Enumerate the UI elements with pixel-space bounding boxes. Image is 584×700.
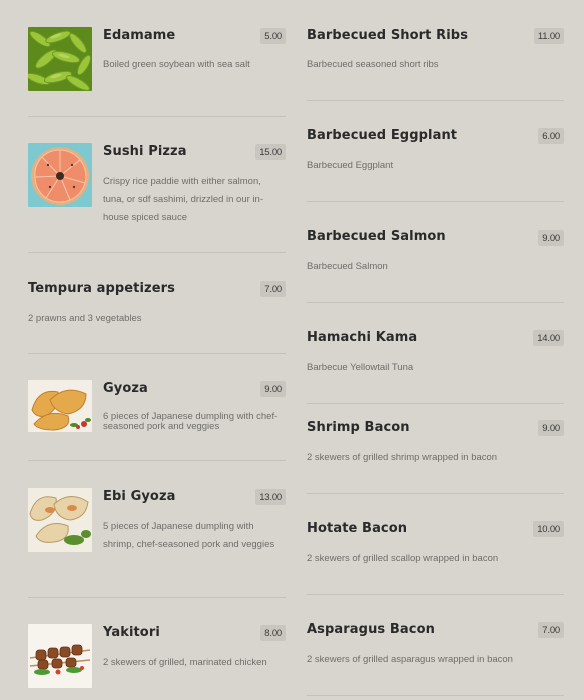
item-name: Barbecued Eggplant xyxy=(307,128,458,143)
item-description: 2 skewers of grilled shrimp wrapped in b… xyxy=(307,452,498,463)
yakitori-photo xyxy=(28,624,92,688)
menu-item[interactable]: Shrimp Bacon 9.00 2 skewers of grilled s… xyxy=(307,419,564,471)
menu-item[interactable]: Barbecued Eggplant 6.00 Barbecued Eggpla… xyxy=(307,127,564,179)
item-price: 15.00 xyxy=(255,144,286,160)
item-description: Barbecued Eggplant xyxy=(307,160,394,171)
item-description: 2 skewers of grilled, marinated chicken xyxy=(103,657,267,668)
menu-item[interactable]: Ebi Gyoza 13.00 5 pieces of Japanese dum… xyxy=(28,488,286,578)
item-name: Hamachi Kama xyxy=(307,330,418,345)
menu-item[interactable]: Gyoza 9.00 6 pieces of Japanese dumpling… xyxy=(28,380,286,440)
item-description: 2 skewers of grilled asparagus wrapped i… xyxy=(307,654,513,665)
menu-item[interactable]: Edamame 5.00 Boiled green soybean with s… xyxy=(28,27,286,97)
item-description: Barbecue Yellowtail Tuna xyxy=(307,362,414,373)
item-price: 6.00 xyxy=(538,128,564,144)
divider xyxy=(307,403,564,404)
divider xyxy=(28,252,286,253)
menu-item[interactable]: Barbecued Short Ribs 11.00 Barbecued sea… xyxy=(307,27,564,79)
item-price: 13.00 xyxy=(255,489,286,505)
item-name: Ebi Gyoza xyxy=(103,489,176,504)
item-name: Asparagus Bacon xyxy=(307,622,435,637)
divider xyxy=(307,493,564,494)
item-price: 9.00 xyxy=(538,230,564,246)
divider xyxy=(28,353,286,354)
item-description: 2 prawns and 3 vegetables xyxy=(28,313,142,324)
item-price: 7.00 xyxy=(538,622,564,638)
ebi-gyoza-photo xyxy=(28,488,92,552)
item-description: 5 pieces of Japanese dumpling with shrim… xyxy=(103,521,275,550)
item-name: Barbecued Salmon xyxy=(307,229,446,244)
item-description: Boiled green soybean with sea salt xyxy=(103,59,250,70)
item-price: 9.00 xyxy=(260,381,286,397)
item-price: 11.00 xyxy=(533,28,564,44)
item-price: 10.00 xyxy=(533,521,564,537)
divider xyxy=(307,594,564,595)
divider xyxy=(307,695,564,696)
item-description: 2 skewers of grilled scallop wrapped in … xyxy=(307,553,499,564)
item-name: Barbecued Short Ribs xyxy=(307,28,469,43)
divider xyxy=(28,460,286,461)
menu-item[interactable]: Hotate Bacon 10.00 2 skewers of grilled … xyxy=(307,520,564,572)
item-name: Yakitori xyxy=(103,625,160,640)
divider xyxy=(307,201,564,202)
item-name: Gyoza xyxy=(103,381,148,396)
item-description: Barbecued seasoned short ribs xyxy=(307,59,439,70)
item-name: Tempura appetizers xyxy=(28,281,175,296)
menu-item[interactable]: Barbecued Salmon 9.00 Barbecued Salmon xyxy=(307,228,564,280)
menu-item[interactable]: Yakitori 8.00 2 skewers of grilled, mari… xyxy=(28,624,286,688)
item-price: 5.00 xyxy=(260,28,286,44)
divider xyxy=(28,116,286,117)
item-name: Shrimp Bacon xyxy=(307,420,410,435)
menu-item[interactable]: Asparagus Bacon 7.00 2 skewers of grille… xyxy=(307,621,564,673)
item-price: 14.00 xyxy=(533,330,564,346)
divider xyxy=(28,597,286,598)
menu-item[interactable]: Hamachi Kama 14.00 Barbecue Yellowtail T… xyxy=(307,329,564,381)
item-name: Edamame xyxy=(103,28,176,43)
menu-item[interactable]: Sushi Pizza 15.00 Crispy rice paddie wit… xyxy=(28,143,286,233)
sushi-pizza-photo xyxy=(28,143,92,207)
item-description: Crispy rice paddie with either salmon, t… xyxy=(103,176,263,223)
item-description: Barbecued Salmon xyxy=(307,261,388,272)
gyoza-photo xyxy=(28,380,92,432)
item-price: 7.00 xyxy=(260,281,286,297)
divider xyxy=(307,100,564,101)
item-name: Hotate Bacon xyxy=(307,521,408,536)
item-name: Sushi Pizza xyxy=(103,144,187,159)
menu-item[interactable]: Tempura appetizers 7.00 2 prawns and 3 v… xyxy=(28,280,286,332)
item-description: 6 pieces of Japanese dumpling with chef-… xyxy=(103,411,278,432)
edamame-photo xyxy=(28,27,92,91)
item-price: 9.00 xyxy=(538,420,564,436)
divider xyxy=(307,302,564,303)
item-price: 8.00 xyxy=(260,625,286,641)
